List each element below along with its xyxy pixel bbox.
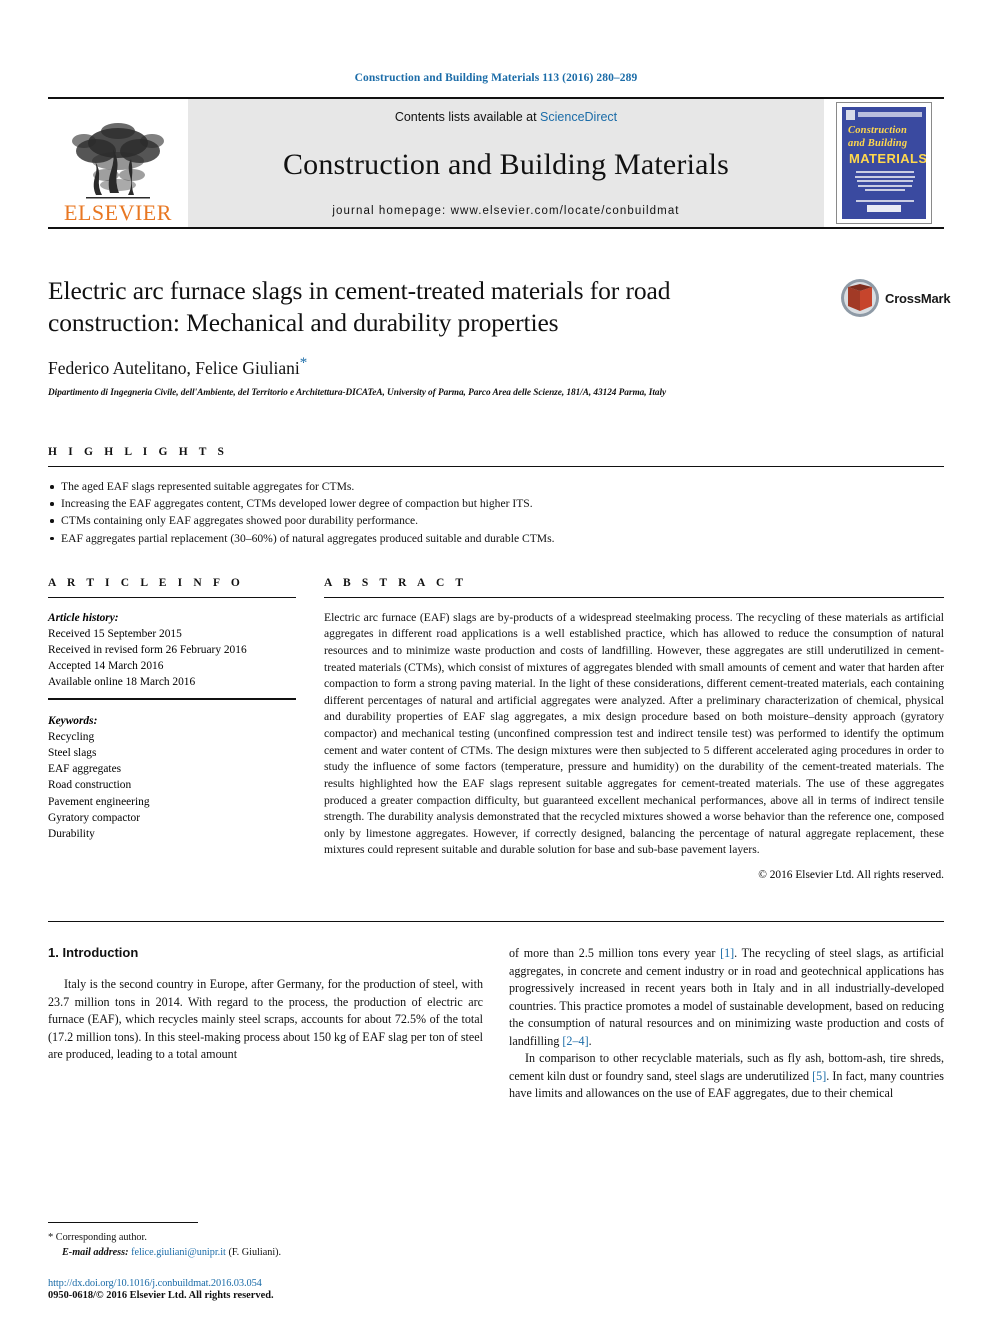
cover-line-1: Construction (848, 125, 908, 136)
affiliation: Dipartimento di Ingegneria Civile, dell'… (48, 388, 667, 399)
running-head: Construction and Building Materials 113 … (354, 72, 638, 84)
intro-paragraph-right-2: In comparison to other recyclable materi… (509, 1050, 944, 1103)
footnote-block: * Corresponding author. E-mail address: … (48, 1222, 478, 1301)
abstract-section: A B S T R A C T Electric arc furnace (EA… (324, 577, 944, 881)
intro-paragraph-right-1: of more than 2.5 million tons every year… (509, 945, 944, 1050)
author-list: Federico Autelitano, Felice Giuliani* (48, 355, 944, 379)
intro-r1-c: . (588, 1033, 592, 1048)
corresponding-author-note: * Corresponding author. (48, 1230, 478, 1246)
keywords-divider (48, 697, 296, 700)
title-block: Electric arc furnace slags in cement-tre… (48, 275, 951, 399)
history-online: Available online 18 March 2016 (48, 676, 196, 689)
abstract-divider (324, 596, 944, 598)
citation-ref-2-4[interactable]: [2–4] (562, 1034, 588, 1048)
history-accepted: Accepted 14 March 2016 (48, 660, 164, 673)
email-label: E-mail address: (62, 1247, 129, 1259)
sciencedirect-link[interactable]: ScienceDirect (540, 110, 617, 124)
cover-line-2: and Building (848, 138, 908, 149)
body-top-rule (48, 921, 944, 923)
email-suffix: (F. Giuliani). (228, 1247, 282, 1259)
highlight-item: Increasing the EAF aggregates content, C… (48, 495, 944, 512)
keyword-item: Steel slags (48, 746, 97, 759)
keyword-item: Recycling (48, 730, 95, 743)
email-link[interactable]: felice.giuliani@unipr.it (131, 1247, 226, 1258)
crossmark-icon (840, 278, 880, 318)
journal-cover-thumbnail: Construction and Building MATERIALS (824, 99, 944, 227)
highlight-item: EAF aggregates partial replacement (30–6… (48, 530, 944, 547)
footnote-star-marker: * (48, 1232, 54, 1244)
keyword-item: Gyratory compactor (48, 811, 141, 824)
highlights-list: The aged EAF slags represented suitable … (48, 478, 944, 547)
contents-prefix: Contents lists available at (394, 110, 541, 124)
elsevier-logo: ELSEVIER (48, 99, 188, 227)
cover-elsevier-mark (846, 110, 855, 120)
article-history: Article history: Received 15 September 2… (48, 610, 296, 691)
email-note: E-mail address: felice.giuliani@unipr.it… (48, 1246, 478, 1261)
info-abstract-row: A R T I C L E I N F O Article history: R… (48, 577, 944, 881)
body-columns: 1. Introduction Italy is the second coun… (48, 945, 944, 1103)
issn-copyright: 0950-0618/© 2016 Elsevier Ltd. All right… (48, 1290, 274, 1301)
intro-paragraph-left: Italy is the second country in Europe, a… (48, 977, 483, 1062)
history-received: Received 15 September 2015 (48, 627, 182, 640)
intro-r1-a: of more than 2.5 million tons every year (509, 946, 721, 961)
intro-r1-b: . The recycling of steel slags, as artif… (509, 946, 944, 1048)
cover-footer (856, 200, 914, 212)
keyword-item: Durability (48, 827, 95, 840)
highlights-heading: H I G H L I G H T S (48, 446, 229, 459)
copyright-line: © 2016 Elsevier Ltd. All rights reserved… (758, 869, 944, 882)
highlight-item: The aged EAF slags represented suitable … (48, 478, 944, 495)
highlights-section: H I G H L I G H T S The aged EAF slags r… (48, 446, 944, 547)
cover-image: Construction and Building MATERIALS (836, 102, 932, 224)
article-history-label: Article history: (48, 611, 119, 624)
highlights-divider (48, 466, 944, 468)
journal-homepage[interactable]: journal homepage: www.elsevier.com/locat… (332, 205, 679, 217)
article-info-heading: A R T I C L E I N F O (48, 576, 244, 589)
page-title: Electric arc furnace slags in cement-tre… (48, 276, 671, 337)
doi-block: http://dx.doi.org/10.1016/j.conbuildmat.… (48, 1278, 478, 1301)
journal-title: Construction and Building Materials (282, 147, 730, 181)
body-column-right: of more than 2.5 million tons every year… (509, 945, 944, 1103)
keywords-label: Keywords: (48, 714, 98, 727)
keyword-item: Road construction (48, 779, 132, 792)
cover-line-3: MATERIALS (849, 151, 926, 166)
article-info-section: A R T I C L E I N F O Article history: R… (48, 577, 296, 881)
author-names: Federico Autelitano, Felice Giuliani (48, 358, 300, 379)
keywords-block: Keywords: Recycling Steel slags EAF aggr… (48, 713, 296, 843)
keyword-item: Pavement engineering (48, 795, 150, 808)
contents-available-line: Contents lists available at ScienceDirec… (395, 110, 617, 124)
citation-ref-5[interactable]: [5] (812, 1069, 826, 1083)
cover-blurb-text (854, 171, 916, 194)
cover-top-bar (858, 112, 922, 117)
article-info-divider (48, 596, 296, 598)
crossmark-label: CrossMark (885, 290, 951, 306)
journal-masthead: ELSEVIER Contents lists available at Sci… (48, 97, 944, 229)
history-revised: Received in revised form 26 February 201… (48, 644, 247, 657)
masthead-center: Contents lists available at ScienceDirec… (188, 99, 824, 227)
doi-link[interactable]: http://dx.doi.org/10.1016/j.conbuildmat.… (48, 1278, 478, 1289)
corresponding-author-text: Corresponding author. (55, 1232, 147, 1244)
elsevier-wordmark: ELSEVIER (64, 200, 172, 225)
footnote-rule (48, 1222, 198, 1224)
abstract-heading: A B S T R A C T (324, 576, 468, 589)
paper-page: Construction and Building Materials 113 … (0, 0, 992, 1323)
section-title-introduction: 1. Introduction (48, 945, 139, 961)
elsevier-tree-icon (66, 119, 170, 201)
citation-ref-1[interactable]: [1] (720, 946, 734, 960)
crossmark-badge[interactable]: CrossMark (840, 275, 951, 321)
corresponding-author-marker: * (299, 355, 308, 372)
keyword-item: EAF aggregates (48, 763, 122, 776)
body-column-left: 1. Introduction Italy is the second coun… (48, 945, 483, 1103)
highlight-item: CTMs containing only EAF aggregates show… (48, 512, 944, 529)
abstract-text: Electric arc furnace (EAF) slags are by-… (324, 610, 944, 857)
